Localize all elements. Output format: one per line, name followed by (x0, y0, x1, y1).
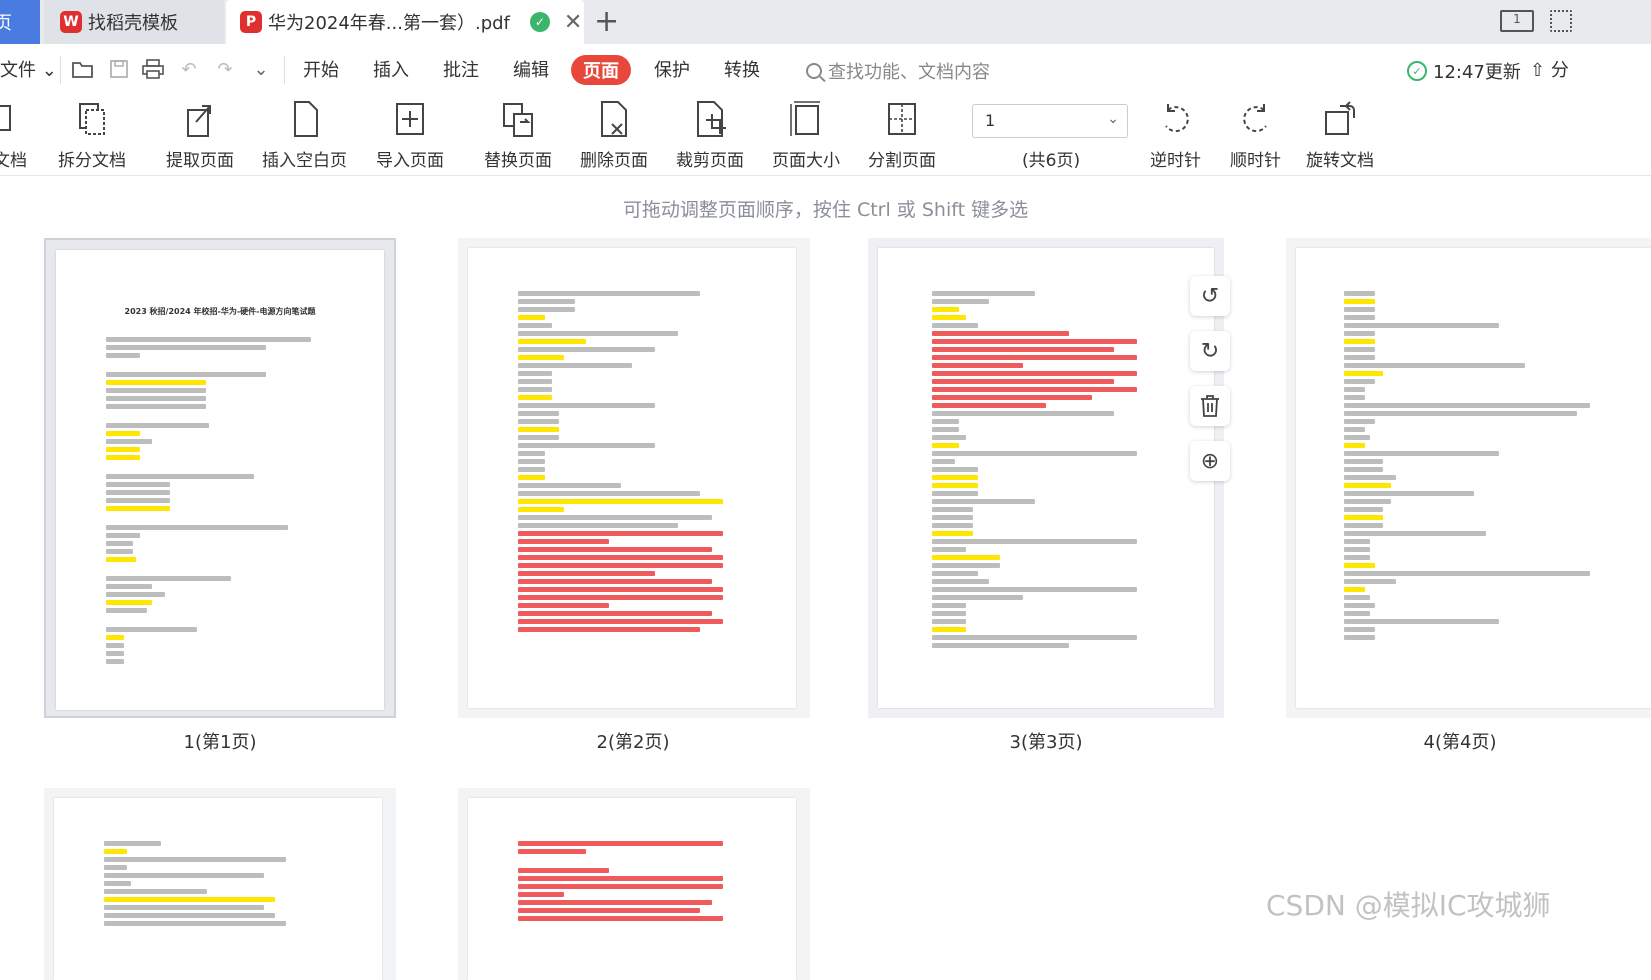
window-layout-icon[interactable]: 1 (1500, 10, 1534, 32)
delete-page-button[interactable]: 删除页面 (580, 100, 648, 171)
page-number-select[interactable]: 1 ⌄ (972, 104, 1128, 138)
blank-page-icon (293, 101, 318, 137)
undo-icon[interactable]: ↶ (178, 58, 200, 80)
search-box[interactable]: 查找功能、文档内容 (806, 58, 990, 84)
save-icon[interactable] (108, 58, 130, 80)
menu-bar: 文件 ⌄ ↶ ↷ ⌄ 开始 插入 批注 编辑 页面 保护 转换 查找功能、文档内… (0, 44, 1651, 96)
tab-template-label: 找稻壳模板 (88, 13, 178, 34)
page-preview (1296, 248, 1651, 708)
extract-page-icon (187, 105, 211, 137)
delete-page-icon (601, 101, 627, 137)
sync-time: 12:47更新 (1433, 62, 1521, 83)
extract-page-button[interactable]: 提取页面 (166, 100, 234, 171)
rotate-doc-button[interactable]: 旋转文档 (1306, 100, 1374, 171)
rotate-ccw-button[interactable]: 逆时针 (1150, 100, 1201, 171)
split-docs-icon (79, 103, 105, 135)
page-number-value: 1 (985, 111, 996, 130)
import-page-button[interactable]: 导入页面 (376, 100, 444, 171)
menu-page[interactable]: 页面 (571, 55, 631, 85)
page-ribbon: 文档 拆分文档 提取页面 插入空白页 导入页面 替换页面 删除页面 裁剪页面 页… (0, 96, 1651, 176)
print-icon[interactable] (142, 58, 164, 80)
crop-page-icon (697, 101, 726, 137)
tab-template[interactable]: W 找稻壳模板 (44, 0, 224, 44)
cloud-sync-icon: ✓ (1407, 61, 1427, 81)
replace-page-button[interactable]: 替换页面 (484, 100, 552, 171)
more-dropdown-icon[interactable]: ⌄ (250, 58, 272, 80)
page-total: (共6页) (1022, 151, 1081, 171)
tab-home-label: 页 (0, 13, 12, 34)
crop-page-button[interactable]: 裁剪页面 (676, 100, 744, 171)
share-button[interactable]: ⇧ 分 (1530, 56, 1569, 82)
thumbnail-page-6[interactable] (458, 788, 810, 980)
rotate-ccw-icon (1164, 104, 1189, 133)
rotate-cw-button[interactable]: 顺时针 (1230, 100, 1281, 171)
insert-page-action-button[interactable]: ⊕ (1190, 441, 1230, 481)
rotate-cw-icon: ↻ (1200, 338, 1220, 364)
page-preview (468, 248, 796, 708)
pdf-logo-icon: P (240, 11, 262, 33)
divider (60, 56, 61, 84)
thumbnail-label-2: 2(第2页) (596, 732, 670, 753)
thumbnail-label-1: 1(第1页) (183, 732, 257, 753)
search-icon (806, 63, 822, 79)
menu-convert[interactable]: 转换 (724, 56, 760, 82)
replace-page-icon (503, 103, 533, 137)
thumbnail-page-1[interactable]: 2023 秋招/2024 年校招-华为-硬件-电源方向笔试题 (44, 238, 396, 718)
tab-home[interactable]: 页 (0, 0, 40, 44)
rotate-cw-icon (1242, 104, 1267, 133)
divider (284, 56, 285, 84)
insert-blank-page-button[interactable]: 插入空白页 (262, 100, 347, 171)
csdn-watermark: CSDN @模拟IC攻城狮 (1266, 889, 1551, 922)
search-placeholder: 查找功能、文档内容 (828, 62, 990, 83)
grid-view-icon[interactable] (1550, 10, 1572, 32)
sync-status[interactable]: ✓ 12:47更新 (1407, 58, 1521, 84)
open-folder-icon[interactable] (72, 58, 94, 80)
merge-docs-button[interactable]: 文档 (0, 100, 28, 171)
page-title: 2023 秋招/2024 年校招-华为-硬件-电源方向笔试题 (124, 307, 316, 316)
menu-start[interactable]: 开始 (303, 56, 339, 82)
rotate-doc-icon (1325, 101, 1355, 135)
delete-page-action-button[interactable] (1190, 386, 1230, 426)
wps-logo-icon: W (60, 11, 82, 33)
page-preview (878, 248, 1214, 708)
thumbnail-page-3[interactable] (868, 238, 1224, 718)
thumbnail-page-5[interactable] (44, 788, 396, 980)
tab-pdf-document[interactable]: P 华为2024年春...第一套）.pdf ✓ ✕ (226, 0, 584, 44)
new-tab-icon[interactable]: + (594, 4, 619, 39)
menu-annotate[interactable]: 批注 (443, 56, 479, 82)
menu-insert[interactable]: 插入 (373, 56, 409, 82)
import-page-icon (396, 103, 424, 135)
thumbnail-page-4[interactable] (1286, 238, 1651, 718)
close-tab-icon[interactable]: ✕ (564, 10, 582, 35)
page-preview (468, 798, 796, 980)
thumbnail-page-2[interactable] (458, 238, 810, 718)
tab-pdf-label: 华为2024年春...第一套）.pdf (268, 13, 510, 34)
trash-icon (1201, 395, 1219, 417)
page-preview (54, 798, 382, 980)
menu-protect[interactable]: 保护 (654, 56, 690, 82)
rotate-ccw-page-button[interactable]: ↺ (1190, 276, 1230, 316)
redo-icon[interactable]: ↷ (214, 58, 236, 80)
thumbnail-label-3: 3(第3页) (1009, 732, 1083, 753)
thumbnail-label-4: 4(第4页) (1423, 732, 1497, 753)
page-size-icon (790, 101, 820, 136)
page-preview: 2023 秋招/2024 年校招-华为-硬件-电源方向笔试题 (56, 250, 384, 710)
rotate-ccw-icon: ↺ (1200, 283, 1220, 309)
saved-check-icon: ✓ (529, 12, 550, 32)
plus-circle-icon: ⊕ (1200, 448, 1220, 474)
page-size-button[interactable]: 页面大小 (772, 100, 840, 171)
menu-edit[interactable]: 编辑 (513, 56, 549, 82)
merge-docs-icon (0, 105, 11, 131)
divide-page-icon (888, 103, 916, 135)
file-menu[interactable]: 文件 ⌄ (0, 56, 57, 82)
drag-hint: 可拖动调整页面顺序，按住 Ctrl 或 Shift 键多选 (622, 199, 1029, 221)
tab-bar: 页 W 找稻壳模板 P 华为2024年春...第一套）.pdf ✓ ✕ + 1 (0, 0, 1651, 44)
rotate-cw-page-button[interactable]: ↻ (1190, 331, 1230, 371)
split-docs-button[interactable]: 拆分文档 (58, 100, 126, 171)
divide-page-button[interactable]: 分割页面 (868, 100, 936, 171)
chevron-down-icon: ⌄ (1107, 111, 1119, 127)
